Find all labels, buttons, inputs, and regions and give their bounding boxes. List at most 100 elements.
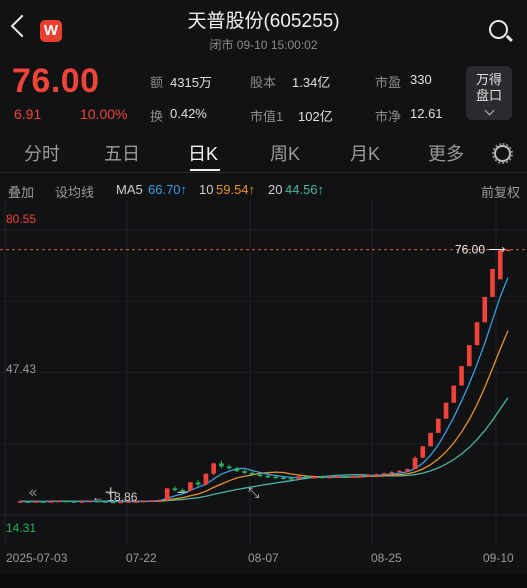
tab-intraday[interactable]: 分时 [24, 140, 60, 166]
x-label-1: 07-22 [126, 551, 157, 565]
ma10-line [19, 330, 509, 503]
candle-body [40, 501, 46, 503]
page-title: 天普股份(605255) [187, 11, 340, 32]
candle-body [17, 501, 23, 503]
ma10-label: 10 [199, 182, 214, 197]
search-icon[interactable] [489, 20, 508, 39]
pb-label: 市净 [375, 109, 402, 124]
tab-monthly-k[interactable]: 月K [350, 140, 380, 166]
candle-body [265, 475, 271, 478]
zoom-out-icon: − [176, 482, 189, 501]
y-axis-min: 14.31 [6, 521, 37, 535]
mcap-label: 市值1 [250, 109, 284, 124]
x-label-2: 08-07 [248, 551, 279, 565]
chevron-down-icon [484, 105, 494, 116]
ma20-value: 44.56↑ [285, 182, 325, 197]
tab-5day[interactable]: 五日 [104, 140, 140, 166]
amount-label: 额 [150, 75, 164, 90]
overlay-button[interactable]: 叠加 [8, 182, 34, 201]
adjust-button[interactable]: 前复权 [481, 182, 520, 201]
candle-body [490, 268, 495, 297]
price-change: 6.91 [14, 106, 42, 122]
tab-daily-k[interactable]: 日K [188, 140, 218, 166]
candle-body [443, 402, 449, 419]
candle-body [358, 475, 364, 477]
y-axis-max: 80.55 [6, 212, 37, 226]
divider [0, 172, 527, 173]
ma5-value: 66.70↑ [148, 182, 188, 197]
candle-body [242, 471, 247, 473]
tab-more[interactable]: 更多 [428, 140, 464, 166]
candle-body [373, 474, 379, 476]
amount-value: 4315万 [170, 75, 212, 90]
market-status: 闭市 09-10 15:00:02 [209, 38, 318, 52]
candle-body [397, 470, 402, 473]
candle-body [381, 473, 387, 475]
candle-body [273, 476, 278, 479]
candle-body [288, 478, 294, 480]
candle-body [79, 501, 85, 503]
candle-body [64, 500, 69, 503]
zoom-in-icon: + [104, 482, 117, 501]
candle-body [474, 322, 480, 346]
candle-body [257, 474, 263, 477]
candle-body [219, 463, 224, 467]
candle-body [451, 385, 457, 403]
settings-icon[interactable] [492, 143, 513, 164]
candle-body [71, 501, 77, 503]
candle-body [33, 501, 38, 503]
active-tab-underline [190, 169, 220, 171]
candle-body [343, 476, 348, 478]
y-axis-mid: 47.43 [6, 362, 37, 376]
ma20-label: 20 [268, 182, 283, 197]
x-label-3: 08-25 [371, 551, 402, 565]
mcap-value: 102亿 [298, 109, 333, 124]
tab-weekly-k[interactable]: 周K [270, 140, 300, 166]
turnover-label: 换 [150, 109, 164, 124]
period-tabs: 分时 五日 日K 周K 月K 更多 [0, 136, 527, 170]
ma5-label: MA5 [116, 182, 143, 197]
candle-body [250, 472, 255, 475]
expand-icon: ⤡ [248, 485, 259, 501]
candle-body [420, 446, 426, 458]
candle-body [56, 500, 62, 503]
wind-orderbook-button[interactable]: 万得 盘口 [466, 66, 512, 120]
candle-body [48, 501, 54, 503]
candle-body [366, 475, 371, 477]
candle-body [234, 468, 240, 472]
candle-body [211, 463, 216, 474]
candle-body [296, 476, 302, 479]
wanpan-line2: 盘口 [475, 88, 502, 103]
candle-body [141, 500, 147, 503]
share-value: 1.34亿 [292, 75, 331, 90]
candle-body [412, 457, 418, 470]
candle-body [226, 466, 232, 469]
candle-body [327, 476, 333, 479]
candle-body [164, 488, 170, 500]
header-bar: W 天普股份(605255) 闭市 09-10 15:00:02 [0, 0, 527, 60]
last-price: 76.00 [12, 62, 100, 100]
candle-body [435, 418, 441, 433]
last-price-label: 76.00 ⟶ [455, 243, 506, 257]
candle-body [304, 476, 309, 478]
candle-body [482, 296, 488, 323]
kline-chart[interactable]: 76.00 ⟶← 18.86« + − ⤡ [0, 200, 527, 545]
pb-value: 12.61 [410, 106, 443, 121]
candle-body [319, 476, 325, 479]
candle-body [505, 249, 511, 252]
candle-body [459, 366, 464, 386]
wanpan-line1: 万得 [475, 72, 502, 87]
candle-body [149, 500, 155, 502]
scroll-left-icon: « [28, 482, 38, 501]
turnover-value: 0.42% [170, 106, 207, 121]
candle-body [350, 475, 356, 478]
candle-body [466, 345, 472, 367]
x-label-0: 2025-07-03 [6, 551, 68, 565]
x-label-4: 09-10 [483, 551, 514, 565]
set-ma-button[interactable]: 设均线 [55, 182, 94, 201]
candle-body [195, 482, 201, 485]
candle-body [157, 499, 162, 502]
price-change-pct: 10.00% [80, 106, 128, 122]
ma5-line [19, 277, 509, 503]
candle-body [428, 432, 433, 447]
